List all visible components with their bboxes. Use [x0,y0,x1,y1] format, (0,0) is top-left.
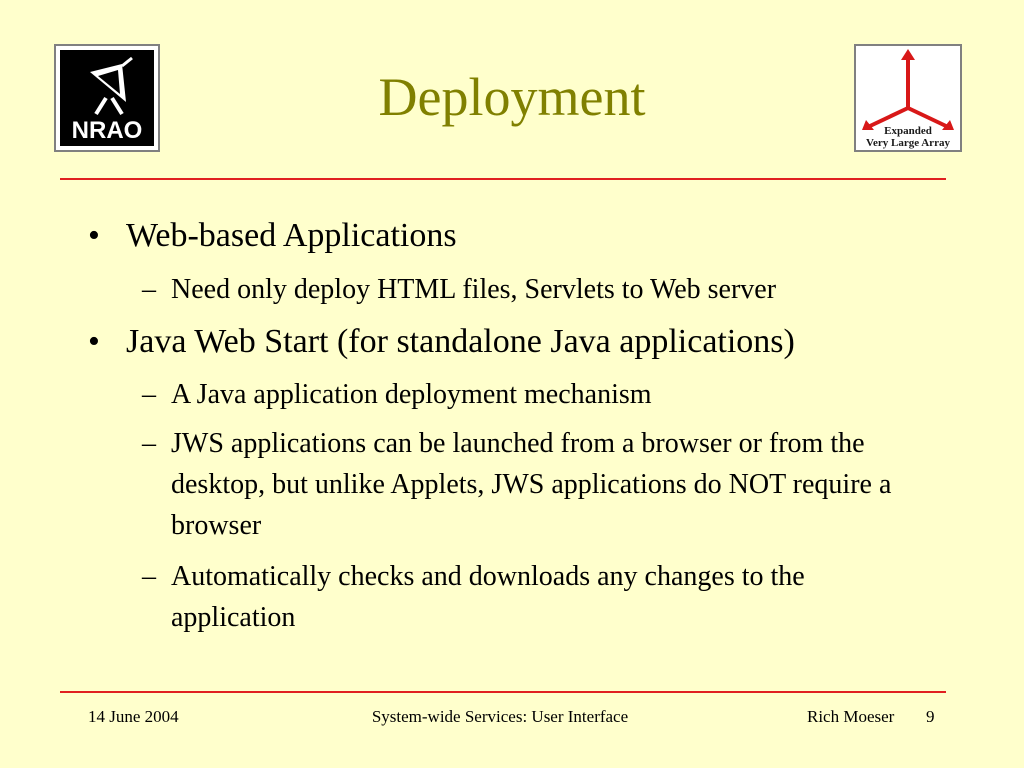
page-number: 9 [926,707,935,726]
sub-bullet-marker: – [142,379,156,410]
bullet-marker: • [88,323,100,360]
sub-bullet-marker: – [142,428,156,459]
bullet-marker: • [88,217,100,254]
sub-bullet-marker: – [142,561,156,592]
evla-logo-line2: Very Large Array [866,137,950,149]
sub-bullet-text: A Java application deployment mechanism [171,379,652,410]
evla-logo-graphic: Expanded Very Large Array [862,49,954,149]
header-divider [60,178,946,180]
sub-bullet-text: Automatically checks and downloads any c… [171,561,805,633]
bullet-text: Java Web Start (for standalone Java appl… [126,323,795,360]
sub-bullet-text: Need only deploy HTML files, Servlets to… [171,274,777,305]
footer-author: Rich Moeser [807,707,895,726]
sub-bullet-text: JWS applications can be launched from a … [171,428,892,541]
sub-bullet-marker: – [142,274,156,305]
bullet-text: Web-based Applications [126,217,457,254]
evla-logo-line1: Expanded [884,125,932,137]
footer-divider [60,691,946,693]
evla-logo: Expanded Very Large Array [854,44,962,152]
